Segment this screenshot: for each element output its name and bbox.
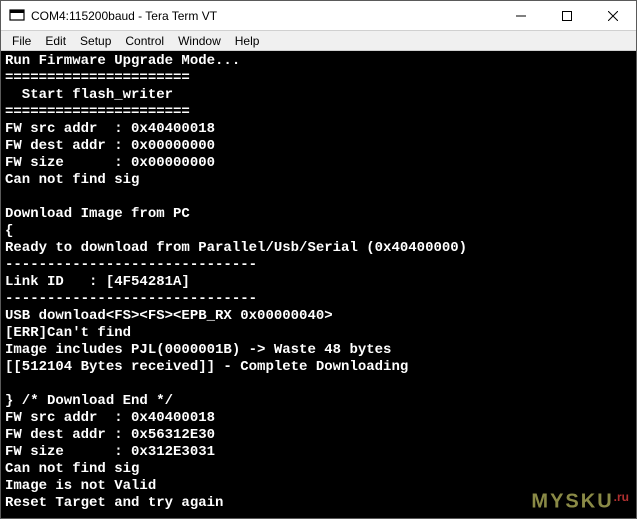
menu-file[interactable]: File — [5, 32, 38, 50]
minimize-button[interactable] — [498, 1, 544, 31]
maximize-button[interactable] — [544, 1, 590, 31]
menu-control[interactable]: Control — [118, 32, 171, 50]
menu-setup[interactable]: Setup — [73, 32, 118, 50]
menu-edit[interactable]: Edit — [38, 32, 73, 50]
window-title: COM4:115200baud - Tera Term VT — [31, 9, 498, 23]
menubar: File Edit Setup Control Window Help — [1, 31, 636, 51]
close-button[interactable] — [590, 1, 636, 31]
titlebar: COM4:115200baud - Tera Term VT — [1, 1, 636, 31]
terminal-output[interactable]: Run Firmware Upgrade Mode... ===========… — [1, 51, 636, 518]
menu-help[interactable]: Help — [228, 32, 267, 50]
menu-window[interactable]: Window — [171, 32, 228, 50]
app-window: COM4:115200baud - Tera Term VT File Edit… — [0, 0, 637, 519]
app-icon — [9, 8, 25, 24]
